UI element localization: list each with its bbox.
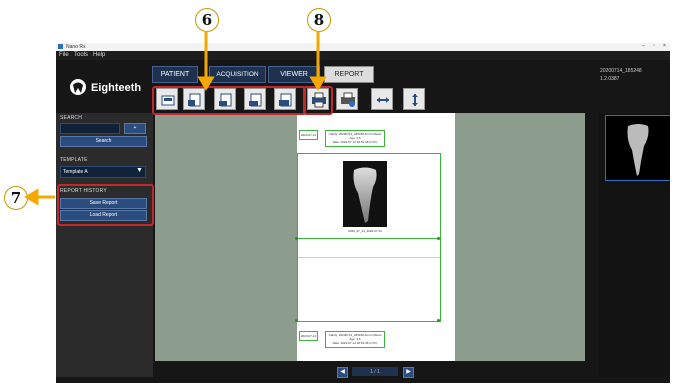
search-add-button[interactable]: + <box>124 123 146 134</box>
fit-height-icon <box>412 94 418 106</box>
header-info-text: Clarity: 20200714_185248 Armin Weiss Age… <box>328 132 382 144</box>
image-caption: 2020_07_14_2020-07-14 <box>348 229 382 233</box>
tooth-thumbnail-icon <box>627 124 649 176</box>
tab-report[interactable]: REPORT <box>324 66 374 83</box>
footer-date-box: 2020-07-14 <box>299 331 318 341</box>
callout-8: 8 <box>307 8 331 32</box>
xray-image <box>343 161 387 227</box>
minimize-icon[interactable]: – <box>642 43 645 49</box>
footer-info-box: Clarity: 20200714_185248 Armin Weiss Age… <box>325 331 385 348</box>
menu-file[interactable]: File <box>59 52 69 58</box>
close-icon[interactable]: × <box>663 43 666 49</box>
title-bar: Nano Rx – ▫ × <box>56 43 670 51</box>
maximize-icon[interactable]: ▫ <box>653 43 655 49</box>
menu-tools[interactable]: Tools <box>74 52 88 58</box>
print-button[interactable] <box>336 88 358 110</box>
report-page: 2020-07-14 Clarity: 20200714_185248 Armi… <box>295 113 455 361</box>
thumbnail-panel <box>599 113 670 377</box>
tooth-image-icon <box>353 167 377 223</box>
tab-patient[interactable]: PATIENT <box>152 66 198 83</box>
menu-help[interactable]: Help <box>93 52 105 58</box>
brand-logo: Eighteeth <box>68 78 148 98</box>
header-info-box: Clarity: 20200714_185248 Armin Weiss Age… <box>325 130 385 147</box>
chevron-down-icon: ▼ <box>136 167 143 174</box>
window-title: Nano Rx <box>66 44 86 50</box>
search-label: SEARCH <box>60 115 83 121</box>
footer-date: 2020-07-14 <box>300 334 317 338</box>
left-panel: SEARCH + Search TEMPLATE Template A ▼ RE… <box>56 113 153 377</box>
fit-height-button[interactable] <box>403 88 425 110</box>
logo-mark-icon <box>70 79 86 95</box>
slot-separator <box>298 257 440 258</box>
highlight-template-layouts <box>152 86 306 115</box>
fit-width-button[interactable] <box>371 88 393 110</box>
header-date: 2020-07-14 <box>300 133 317 137</box>
previous-page-button[interactable]: ◀ <box>337 367 348 378</box>
resize-handle-tr[interactable] <box>437 237 440 240</box>
print-icon <box>341 92 355 107</box>
tab-acquisition[interactable]: ACQUISITION <box>209 66 266 83</box>
highlight-report-history <box>57 184 154 226</box>
callout-7: 7 <box>4 186 28 210</box>
fit-width-icon <box>377 97 389 103</box>
header-date-box: 2020-07-14 <box>299 130 318 140</box>
thumbnail-item[interactable] <box>605 115 670 181</box>
page-indicator: 1 / 1 <box>352 367 398 376</box>
report-viewer: 2020-07-14 Clarity: 20200714_185248 Armi… <box>155 113 585 361</box>
resize-handle-bl[interactable] <box>295 319 298 322</box>
next-page-button[interactable]: ▶ <box>403 367 414 378</box>
highlight-print-tools <box>303 86 333 115</box>
template-label: TEMPLATE <box>60 157 88 163</box>
menu-bar: File Tools Help <box>56 51 670 60</box>
application-window: Nano Rx – ▫ × File Tools Help Eighteeth … <box>56 43 670 383</box>
app-icon <box>58 44 63 49</box>
callout-6: 6 <box>195 8 219 32</box>
tab-viewer[interactable]: VIEWER <box>268 66 320 83</box>
search-button[interactable]: Search <box>60 136 147 147</box>
resize-handle-br[interactable] <box>437 319 440 322</box>
footer-info-text: Clarity: 20200714_185248 Armin Weiss Age… <box>328 333 382 345</box>
page-number: 1 / 1 <box>370 369 380 375</box>
header-info-2: 1.2.0387 <box>600 76 620 82</box>
image-slot-2 <box>297 238 441 322</box>
logo-text: Eighteeth <box>91 82 142 94</box>
template-select[interactable]: Template A ▼ <box>60 166 146 178</box>
resize-handle-tl[interactable] <box>295 237 298 240</box>
template-selected-value: Template A <box>63 169 88 175</box>
image-slot-1: 2020_07_14_2020-07-14 <box>297 153 441 239</box>
search-input[interactable] <box>60 123 120 134</box>
header-info-1: 20200714_185248 <box>600 68 642 74</box>
